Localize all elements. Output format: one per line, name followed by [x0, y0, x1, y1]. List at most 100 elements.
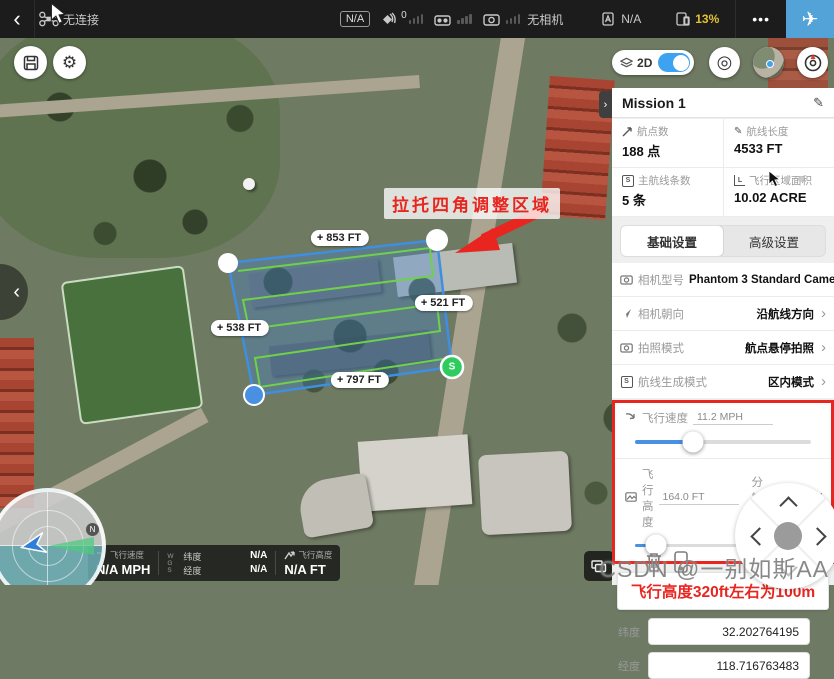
left-panel-collapse-button[interactable]: ‹ — [0, 264, 28, 320]
speed-slider[interactable] — [635, 440, 811, 444]
altitude-value-field[interactable]: 164.0 FT — [659, 491, 739, 505]
telemetry-altitude: 飞行高度 N/A FT — [284, 549, 332, 577]
corner-handle-top-right[interactable] — [426, 229, 448, 251]
remote-controller-icon — [434, 13, 451, 26]
edge-length-label: +538 FT — [211, 320, 269, 336]
compass-reset-button[interactable] — [797, 47, 828, 78]
map-2d-toggle[interactable]: 2D — [612, 50, 694, 75]
top-status-bar: ‹ 无连接 N/A 0 无相机 N/A — [0, 0, 834, 38]
map-trees — [0, 38, 300, 268]
setting-photo-mode[interactable]: 拍照模式 航点悬停拍照 › — [612, 331, 834, 365]
aircraft-heading-icon — [18, 532, 48, 559]
drone-mission-app: { "icons": { "back": "‹", "more": "•••",… — [0, 0, 834, 585]
stat-main-lines: S 主航线条数 5 条 — [612, 168, 723, 217]
camera-fov-wedge — [48, 537, 94, 555]
crosshair-icon: + — [217, 322, 223, 334]
settings-tabs: 基础设置 高级设置 — [620, 225, 826, 257]
map-settings-button[interactable]: ⚙ — [53, 46, 86, 79]
locate-me-button[interactable]: ◎ — [709, 47, 740, 78]
setting-camera-model[interactable]: 相机型号 Phantom 3 Standard Camera › — [612, 263, 834, 297]
more-options-button[interactable]: ••• — [735, 0, 786, 38]
setting-route-mode[interactable]: S 航线生成模式 区内模式 › — [612, 365, 834, 398]
tab-advanced-settings[interactable]: 高级设置 — [723, 226, 825, 256]
location-dot — [766, 60, 774, 68]
area-ruler-icon: L — [734, 175, 745, 186]
crosshair-icon: + — [337, 374, 343, 386]
mode-toggle-switch[interactable] — [658, 53, 690, 72]
corner-handle-top-left[interactable] — [218, 253, 238, 273]
start-point-marker[interactable] — [441, 356, 463, 378]
camera-icon — [620, 275, 633, 285]
corner-handle-bottom-left[interactable] — [244, 385, 264, 405]
setting-camera-heading[interactable]: 相机朝向 沿航线方向 › — [612, 297, 834, 331]
crs-label: WGS — [167, 553, 175, 574]
altitude-icon — [625, 492, 637, 502]
dpad-center-button[interactable] — [774, 522, 802, 550]
save-icon — [23, 55, 39, 71]
save-mission-button[interactable] — [14, 46, 47, 79]
attitude-compass-widget[interactable] — [0, 488, 106, 585]
longitude-input[interactable] — [648, 652, 810, 679]
map-trees — [230, 228, 470, 408]
camera-status: 无相机 — [527, 11, 563, 28]
map-building — [296, 472, 374, 538]
nudge-left-button[interactable] — [750, 527, 768, 545]
mouse-cursor — [768, 170, 781, 187]
panel-collapse-button[interactable]: › — [599, 91, 612, 118]
map-thumbnail-icon — [753, 47, 784, 78]
crosshair-icon: + — [421, 297, 427, 309]
mouse-cursor — [50, 2, 67, 24]
compass-icon — [803, 53, 823, 73]
map-sports-field — [61, 265, 204, 425]
edit-mission-icon[interactable]: ✎ — [813, 95, 824, 111]
chevron-right-icon: › — [821, 305, 826, 322]
latitude-row: 纬度 — [618, 618, 828, 645]
map-type-button[interactable] — [753, 47, 784, 78]
nudge-right-button[interactable] — [808, 527, 826, 545]
stat-route-length: ✎ 航线长度 4533 FT — [723, 119, 834, 168]
serpentine-icon: S — [622, 175, 634, 187]
photo-mode-icon — [620, 343, 633, 353]
waypoints-icon — [622, 127, 633, 137]
mission-stats-card[interactable]: 航点数 188 点 ✎ 航线长度 4533 FT S 主航线条数 5 条 L 飞… — [612, 119, 834, 217]
speed-icon — [625, 412, 637, 422]
edge-length-label: +797 FT — [331, 372, 389, 388]
chevron-right-icon: › — [604, 99, 608, 111]
takeoff-button[interactable]: ✈ — [786, 0, 834, 38]
chevron-right-icon: › — [821, 339, 826, 356]
edge-length-label: +853 FT — [311, 230, 369, 246]
rc-signal-bars-icon — [457, 14, 472, 24]
longitude-row: 经度 — [618, 652, 828, 679]
back-button[interactable]: ‹ — [0, 0, 35, 38]
map-road — [0, 75, 420, 118]
speed-slider-row: 飞行速度 11.2 MPH — [615, 403, 831, 458]
settings-list: 相机型号 Phantom 3 Standard Camera › 相机朝向 沿航… — [612, 263, 834, 398]
map-red-roofs — [0, 338, 34, 508]
speed-slider-knob[interactable] — [683, 431, 704, 452]
latitude-input[interactable] — [648, 618, 810, 645]
edge-length-label: +521 FT — [415, 295, 473, 311]
mission-header: Mission 1 ✎ — [612, 88, 834, 118]
nudge-up-button[interactable] — [779, 496, 797, 514]
survey-area-polygon[interactable] — [228, 240, 452, 395]
satellite-count: 0 — [401, 10, 407, 21]
map-building — [269, 330, 431, 377]
crosshair-icon: + — [317, 232, 323, 244]
layers-icon — [620, 57, 633, 69]
tab-basic-settings[interactable]: 基础设置 — [620, 225, 724, 257]
speed-icon — [96, 551, 107, 560]
speed-value-field[interactable]: 11.2 MPH — [693, 411, 773, 425]
csdn-watermark: CSDN @一别如斯AA — [599, 550, 829, 584]
route-length-icon: ✎ — [734, 126, 742, 137]
north-indicator: N — [86, 523, 99, 536]
mission-title: Mission 1 — [622, 95, 686, 111]
connection-status: 无连接 — [63, 11, 99, 28]
telemetry-coords: 纬度N/A 经度N/A — [183, 550, 267, 577]
gear-icon: ⚙ — [62, 53, 77, 73]
satellite-signal-bars-icon — [409, 14, 424, 24]
altitude-icon — [284, 551, 295, 560]
rc-status-value: N/A — [621, 12, 641, 26]
satellite-icon — [380, 12, 396, 26]
telemetry-bar: 飞行速度 N/A MPH WGS 纬度N/A 经度N/A 飞行高度 N/A FT — [88, 545, 340, 581]
flight-route-lines — [238, 248, 443, 387]
